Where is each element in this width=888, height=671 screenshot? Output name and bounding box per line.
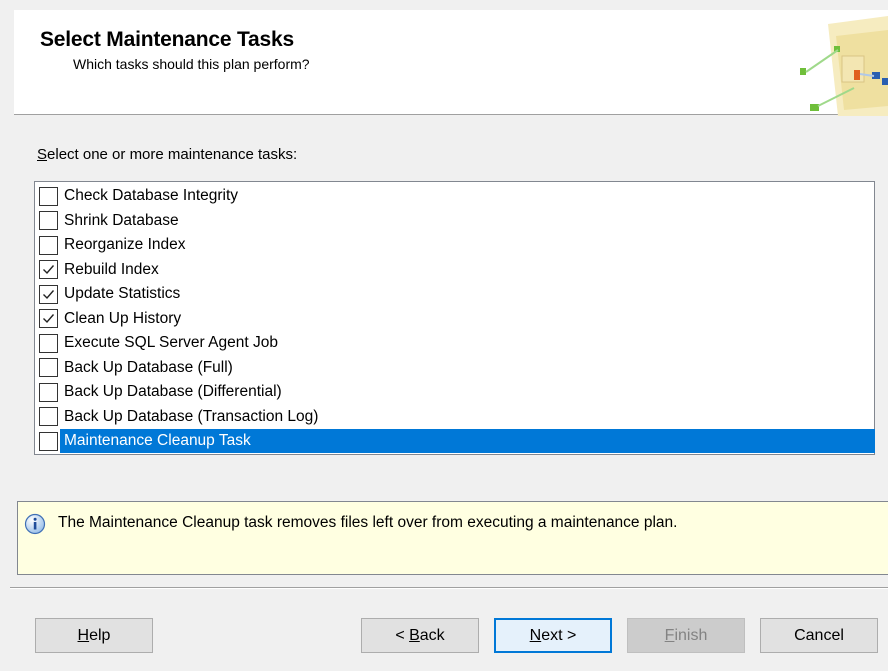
task-item[interactable]: Reorganize Index xyxy=(37,233,875,257)
task-item-label: Reorganize Index xyxy=(64,236,186,253)
cancel-button-label: Cancel xyxy=(794,626,844,644)
page-subtitle: Which tasks should this plan perform? xyxy=(73,56,310,72)
checkmark-icon xyxy=(43,265,55,275)
task-item-label: Execute SQL Server Agent Job xyxy=(64,334,278,351)
task-item-label: Back Up Database (Transaction Log) xyxy=(64,407,319,425)
footer-divider xyxy=(10,587,888,589)
next-button[interactable]: Next > xyxy=(494,618,612,653)
back-button-label: < Back xyxy=(395,626,445,644)
task-checkbox[interactable] xyxy=(39,382,58,402)
task-item-label: Back Up Database (Differential) xyxy=(64,383,282,400)
task-item-label: Update Statistics xyxy=(64,285,181,302)
task-item-label: Shrink Database xyxy=(64,211,179,229)
task-checkbox[interactable] xyxy=(39,358,58,377)
cancel-button[interactable]: Cancel xyxy=(760,618,878,653)
info-icon xyxy=(24,513,46,535)
task-checkbox[interactable] xyxy=(39,211,58,230)
task-item[interactable]: Clean Up History xyxy=(37,307,875,331)
task-checklist[interactable]: Check Database Integrity Shrink Database R… xyxy=(34,181,875,455)
task-item[interactable]: Rebuild Index xyxy=(37,258,875,282)
task-checkbox[interactable] xyxy=(39,333,58,353)
task-item[interactable]: Check Database Integrity xyxy=(37,184,875,208)
task-checkbox[interactable] xyxy=(39,284,58,304)
task-checkbox[interactable] xyxy=(39,186,58,206)
task-item[interactable]: Execute SQL Server Agent Job xyxy=(37,331,875,355)
task-item[interactable]: Back Up Database (Full) xyxy=(37,356,875,380)
task-list-label-rest: elect one or more maintenance tasks: xyxy=(47,146,298,163)
task-checkbox[interactable] xyxy=(39,309,58,328)
checkmark-icon xyxy=(43,314,55,324)
info-panel: The Maintenance Cleanup task removes fil… xyxy=(17,501,888,575)
task-item[interactable]: Shrink Database xyxy=(37,209,875,233)
task-item-label: Check Database Integrity xyxy=(64,187,239,204)
wizard-header: Select Maintenance Tasks Which tasks sho… xyxy=(14,10,888,116)
task-checkbox[interactable] xyxy=(39,407,58,426)
back-button[interactable]: < Back xyxy=(361,618,479,653)
wizard-graphic-icon xyxy=(798,16,888,116)
task-list-label: Select one or more maintenance tasks: xyxy=(37,146,297,163)
task-checkbox[interactable] xyxy=(39,431,58,451)
task-item[interactable]: Back Up Database (Transaction Log) xyxy=(37,405,875,429)
finish-button[interactable]: Finish xyxy=(627,618,745,653)
help-button-label: Help xyxy=(77,626,111,644)
task-list-label-mnemonic: S xyxy=(37,146,48,163)
task-item-label: Rebuild Index xyxy=(64,260,159,278)
finish-button-label: Finish xyxy=(664,626,708,644)
page-title: Select Maintenance Tasks xyxy=(40,28,294,51)
task-item-label: Maintenance Cleanup Task xyxy=(60,429,875,453)
task-item[interactable]: Update Statistics xyxy=(37,282,875,306)
next-button-label: Next > xyxy=(529,626,577,644)
task-item[interactable]: Back Up Database (Differential) xyxy=(37,380,875,404)
task-item[interactable]: Maintenance Cleanup Task xyxy=(37,429,875,453)
task-checkbox[interactable] xyxy=(39,235,58,255)
checkmark-icon xyxy=(43,289,55,299)
task-checkbox[interactable] xyxy=(39,260,58,279)
task-item-label: Clean Up History xyxy=(64,309,182,327)
task-item-label: Back Up Database (Full) xyxy=(64,358,233,376)
info-message: The Maintenance Cleanup task removes fil… xyxy=(58,514,678,531)
help-button[interactable]: Help xyxy=(35,618,153,653)
